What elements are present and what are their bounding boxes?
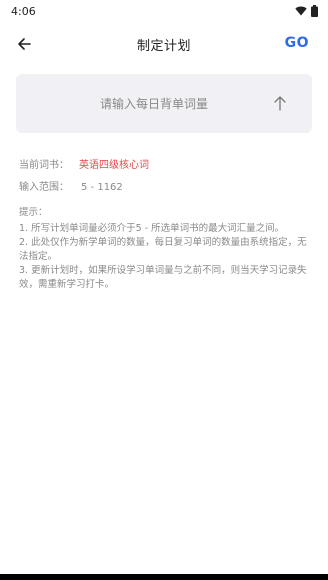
daily-words-input[interactable] — [16, 74, 266, 133]
page-title: 制定计划 — [136, 39, 191, 54]
status-time: 4:06 — [11, 4, 36, 18]
battery-icon — [311, 5, 318, 17]
tip-item: 3. 更新计划时，如果所设学习单词量与之前不同，则当天学习记录失效，需重新学习打… — [19, 265, 307, 290]
input-range-value: 5 - 1162 — [81, 182, 123, 193]
tip-item: 2. 此处仅作为新学单词的数量，每日复习单词的数量由系统指定，无法指定。 — [19, 237, 307, 262]
status-bar: 4:06 — [0, 0, 328, 22]
current-book-label: 当前词书： — [19, 160, 69, 171]
current-book-value: 英语四级核心词 — [79, 160, 149, 171]
bottom-edge — [0, 574, 328, 580]
tip-item: 1. 所写计划单词量必须介于5 - 所选单词书的最大词汇量之间。 — [19, 223, 285, 234]
current-book-row: 当前词书： 英语四级核心词 — [19, 156, 149, 171]
tips-block: 提示： 1. 所写计划单词量必须介于5 - 所选单词书的最大词汇量之间。 2. … — [19, 206, 315, 292]
go-button[interactable]: GO — [285, 35, 309, 51]
arrow-up-icon[interactable] — [273, 95, 287, 111]
tips-title: 提示： — [19, 207, 48, 218]
daily-words-card — [16, 74, 312, 133]
wifi-icon — [295, 6, 307, 16]
status-icons — [295, 5, 318, 17]
input-range-label: 输入范围： — [19, 182, 69, 193]
app-bar: 制定计划 GO — [0, 22, 328, 66]
input-range-row: 输入范围： 5 - 1162 — [19, 178, 123, 193]
